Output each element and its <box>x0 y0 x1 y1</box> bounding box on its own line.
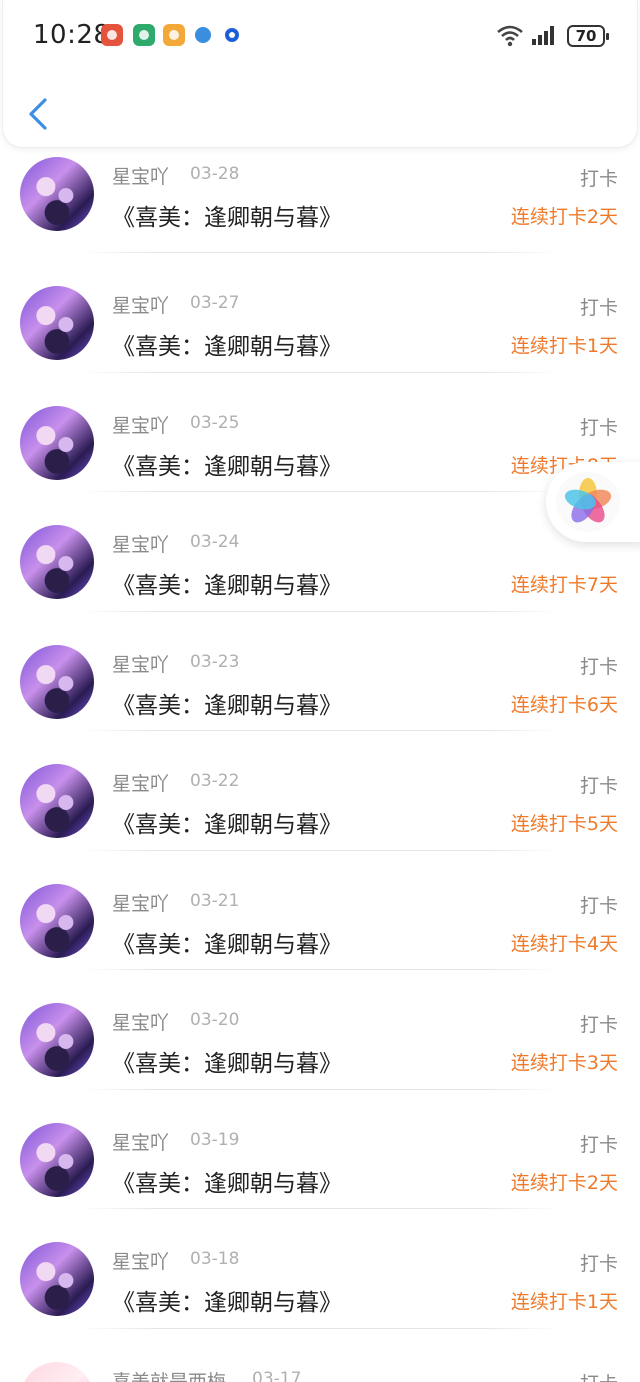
post-date: 03-24 <box>190 532 240 552</box>
avatar[interactable] <box>20 644 94 719</box>
list-item[interactable]: 星宝吖 03-25 《喜美：逢卿朝与暮》 打卡 连续打卡8天 <box>0 373 640 492</box>
avatar[interactable] <box>20 1361 94 1382</box>
battery-icon: 70 <box>567 25 609 47</box>
avatar[interactable] <box>20 405 94 480</box>
list-item[interactable]: 星宝吖 03-20 《喜美：逢卿朝与暮》 打卡 连续打卡3天 <box>0 970 640 1090</box>
streak-label: 连续打卡4天 <box>510 932 618 955</box>
clock: 10:28 <box>33 20 111 50</box>
floating-button-body <box>556 472 620 532</box>
post-date: 03-18 <box>190 1249 240 1269</box>
flower-icon <box>564 478 612 523</box>
status-bar: 10:28 70 <box>3 0 637 72</box>
checkin-label: 打卡 <box>579 1014 618 1036</box>
list-item[interactable]: 星宝吖 03-21 《喜美：逢卿朝与暮》 打卡 连续打卡4天 <box>0 851 640 970</box>
browser-icon <box>195 27 211 43</box>
avatar[interactable] <box>20 1003 94 1077</box>
user-name[interactable]: 星宝吖 <box>112 889 169 916</box>
user-name[interactable]: 星宝吖 <box>112 411 169 438</box>
user-name[interactable]: 星宝吖 <box>112 1128 169 1155</box>
list-item[interactable]: 星宝吖 03-23 《喜美：逢卿朝与暮》 打卡 连续打卡6天 <box>0 612 640 731</box>
streak-label: 连续打卡2天 <box>510 206 618 228</box>
list-item[interactable]: 星宝吖 03-27 《喜美：逢卿朝与暮》 打卡 连续打卡1天 <box>0 253 640 373</box>
floating-assistant-button[interactable] <box>546 462 640 542</box>
weibo-icon <box>163 24 185 46</box>
post-date: 03-28 <box>190 164 240 184</box>
post-date: 03-25 <box>190 412 240 433</box>
book-title: 《喜美：逢卿朝与暮》 <box>112 453 342 480</box>
book-title: 《喜美：逢卿朝与暮》 <box>112 1051 342 1077</box>
list-item[interactable]: 星宝吖 03-22 《喜美：逢卿朝与暮》 打卡 连续打卡5天 <box>0 731 640 851</box>
streak-label: 连续打卡2天 <box>510 1171 618 1194</box>
avatar[interactable] <box>20 764 94 838</box>
checkin-label: 打卡 <box>579 775 618 797</box>
checkin-label: 打卡 <box>579 1133 618 1156</box>
post-date: 03-27 <box>190 293 240 313</box>
streak-label: 连续打卡1天 <box>510 1291 618 1313</box>
user-name[interactable]: 星宝吖 <box>112 769 169 796</box>
user-name[interactable]: 星宝吖 <box>112 650 169 677</box>
missed-call-icon <box>101 24 123 46</box>
post-date: 03-23 <box>190 651 240 672</box>
list-item[interactable]: 喜美就是西梅 03-17 打卡 <box>0 1329 640 1382</box>
book-title: 《喜美：逢卿朝与暮》 <box>112 573 342 599</box>
streak-label: 连续打卡5天 <box>510 813 618 835</box>
checkin-record-list: 星宝吖 03-28 《喜美：逢卿朝与暮》 打卡 连续打卡2天 星宝吖 03-27… <box>0 148 640 1382</box>
wifi-icon <box>497 25 523 47</box>
checkin-label: 打卡 <box>580 1369 618 1382</box>
book-title: 《喜美：逢卿朝与暮》 <box>112 334 342 360</box>
post-date: 03-21 <box>190 890 240 911</box>
avatar[interactable] <box>20 157 94 231</box>
list-item[interactable]: 星宝吖 03-24 《喜美：逢卿朝与暮》 连续打卡7天 <box>0 492 640 612</box>
checkin-label: 打卡 <box>579 655 618 678</box>
checkin-label: 打卡 <box>579 1253 618 1275</box>
book-title: 《喜美：逢卿朝与暮》 <box>112 1290 342 1316</box>
user-name[interactable]: 星宝吖 <box>112 291 169 318</box>
back-arrow-icon[interactable] <box>25 96 53 132</box>
post-date: 03-19 <box>190 1129 240 1150</box>
signal-icon <box>532 26 554 45</box>
user-name[interactable]: 星宝吖 <box>112 1247 169 1274</box>
checkin-label: 打卡 <box>579 894 618 917</box>
book-title: 《喜美：逢卿朝与暮》 <box>112 812 342 838</box>
avatar[interactable] <box>20 525 94 599</box>
streak-label: 连续打卡3天 <box>510 1052 618 1074</box>
list-item[interactable]: 星宝吖 03-18 《喜美：逢卿朝与暮》 打卡 连续打卡1天 <box>0 1209 640 1329</box>
avatar[interactable] <box>20 1122 94 1197</box>
book-title: 《喜美：逢卿朝与暮》 <box>112 1170 342 1197</box>
book-title: 《喜美：逢卿朝与暮》 <box>112 931 342 958</box>
book-title: 《喜美：逢卿朝与暮》 <box>112 692 342 719</box>
avatar[interactable] <box>20 1242 94 1316</box>
avatar[interactable] <box>20 286 94 360</box>
streak-label: 连续打卡6天 <box>510 693 618 716</box>
user-name[interactable]: 星宝吖 <box>112 1008 169 1035</box>
checkin-label: 打卡 <box>579 297 618 319</box>
checkin-label: 打卡 <box>579 168 618 190</box>
book-title: 《喜美：逢卿朝与暮》 <box>112 205 342 231</box>
user-name[interactable]: 喜美就是西梅 <box>112 1367 226 1382</box>
user-name[interactable]: 星宝吖 <box>112 162 169 189</box>
streak-label: 连续打卡7天 <box>510 574 618 596</box>
messenger-icon <box>225 28 239 42</box>
post-date: 03-20 <box>190 1010 240 1030</box>
post-date: 03-22 <box>190 771 240 791</box>
list-item[interactable]: 星宝吖 03-19 《喜美：逢卿朝与暮》 打卡 连续打卡2天 <box>0 1090 640 1209</box>
streak-label: 连续打卡1天 <box>510 335 618 357</box>
checkin-label: 打卡 <box>579 416 618 439</box>
top-header: 10:28 70 <box>2 0 638 148</box>
post-date: 03-17 <box>252 1368 302 1382</box>
shield-app-icon <box>133 24 155 46</box>
user-name[interactable]: 星宝吖 <box>112 530 169 557</box>
avatar[interactable] <box>20 883 94 958</box>
